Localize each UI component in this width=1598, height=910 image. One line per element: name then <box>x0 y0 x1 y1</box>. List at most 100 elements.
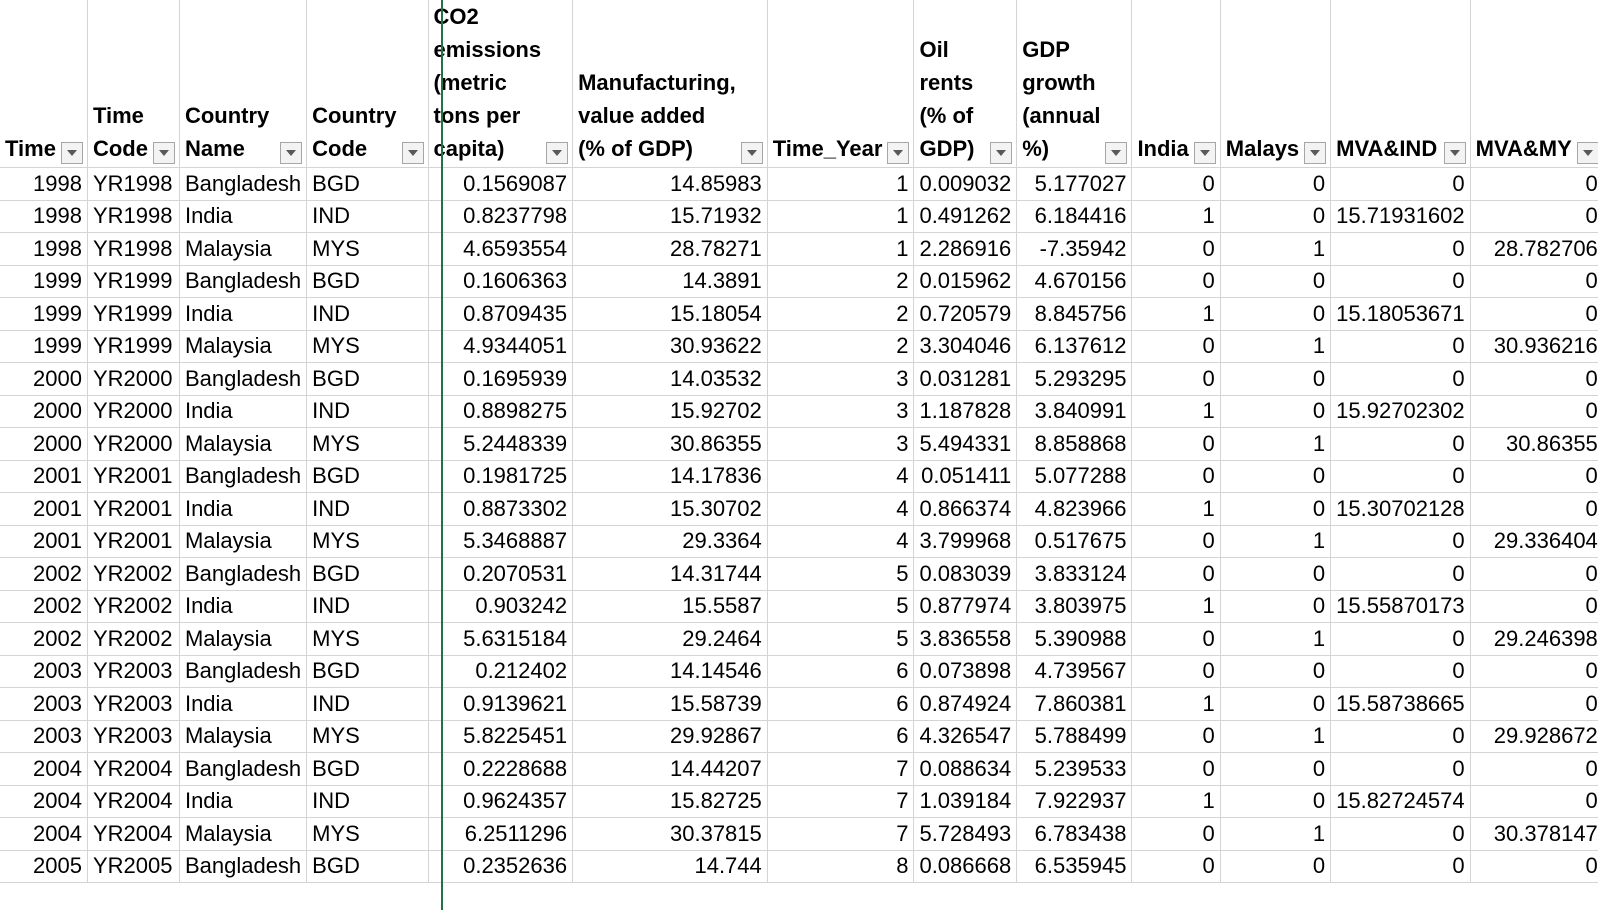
cell-malaysia[interactable]: 0 <box>1220 200 1332 233</box>
cell-co2[interactable]: 5.2448339 <box>428 427 574 461</box>
cell-malaysia[interactable]: 1 <box>1220 622 1332 656</box>
cell-india[interactable]: 0 <box>1131 655 1221 688</box>
cell-country_name[interactable]: Bangladesh <box>179 167 308 201</box>
filter-dropdown-icon[interactable] <box>1576 142 1598 164</box>
cell-mva_my[interactable]: 0 <box>1470 395 1598 428</box>
cell-oil_rents[interactable]: 0.088634 <box>913 752 1018 786</box>
cell-manufacturing[interactable]: 14.31744 <box>572 557 768 591</box>
cell-time[interactable]: 2000 <box>0 395 88 428</box>
cell-country_code[interactable]: BGD <box>306 167 429 201</box>
cell-mva_ind[interactable]: 15.55870173 <box>1330 590 1471 623</box>
cell-time_code[interactable]: YR2005 <box>87 850 180 883</box>
filter-dropdown-icon[interactable] <box>152 142 175 164</box>
cell-time[interactable]: 2002 <box>0 622 88 656</box>
cell-manufacturing[interactable]: 28.78271 <box>572 232 768 266</box>
cell-country_name[interactable]: India <box>179 687 308 721</box>
cell-time_code[interactable]: YR2000 <box>87 427 180 461</box>
cell-co2[interactable]: 0.212402 <box>428 655 574 688</box>
cell-time[interactable]: 1998 <box>0 232 88 266</box>
column-header-gdp_growth[interactable]: GDP growth (annual %) <box>1016 0 1133 168</box>
filter-dropdown-icon[interactable] <box>546 142 569 164</box>
cell-oil_rents[interactable]: 3.836558 <box>913 622 1018 656</box>
cell-manufacturing[interactable]: 15.92702 <box>572 395 768 428</box>
column-header-malaysia[interactable]: Malays <box>1220 0 1332 168</box>
cell-time_code[interactable]: YR2001 <box>87 525 180 558</box>
cell-gdp_growth[interactable]: 8.845756 <box>1016 297 1133 331</box>
cell-gdp_growth[interactable]: 3.833124 <box>1016 557 1133 591</box>
cell-time_code[interactable]: YR2003 <box>87 687 180 721</box>
cell-gdp_growth[interactable]: 6.184416 <box>1016 200 1133 233</box>
column-header-india[interactable]: India <box>1131 0 1221 168</box>
cell-time_code[interactable]: YR2003 <box>87 655 180 688</box>
cell-malaysia[interactable]: 0 <box>1220 590 1332 623</box>
cell-time[interactable]: 1999 <box>0 265 88 298</box>
filter-dropdown-icon[interactable] <box>1105 142 1128 164</box>
cell-mva_my[interactable]: 0 <box>1470 362 1598 396</box>
cell-country_name[interactable]: Malaysia <box>179 817 308 851</box>
cell-oil_rents[interactable]: 0.086668 <box>913 850 1018 883</box>
cell-co2[interactable]: 6.2511296 <box>428 817 574 851</box>
cell-time[interactable]: 2004 <box>0 785 88 818</box>
cell-oil_rents[interactable]: 0.051411 <box>913 460 1018 493</box>
column-header-time_year[interactable]: Time_Year <box>767 0 915 168</box>
cell-mva_my[interactable]: 0 <box>1470 200 1598 233</box>
cell-country_code[interactable]: MYS <box>306 622 429 656</box>
cell-mva_my[interactable]: 30.86355 <box>1470 427 1598 461</box>
cell-india[interactable]: 0 <box>1131 265 1221 298</box>
cell-time_code[interactable]: YR2004 <box>87 785 180 818</box>
cell-india[interactable]: 1 <box>1131 687 1221 721</box>
column-header-mva_ind[interactable]: MVA&IND <box>1330 0 1471 168</box>
cell-india[interactable]: 1 <box>1131 785 1221 818</box>
cell-co2[interactable]: 4.9344051 <box>428 330 574 363</box>
cell-manufacturing[interactable]: 14.03532 <box>572 362 768 396</box>
cell-time_year[interactable]: 4 <box>767 525 915 558</box>
cell-time_code[interactable]: YR1999 <box>87 330 180 363</box>
cell-time_year[interactable]: 4 <box>767 492 915 526</box>
cell-mva_ind[interactable]: 0 <box>1330 817 1471 851</box>
cell-time_year[interactable]: 2 <box>767 265 915 298</box>
cell-oil_rents[interactable]: 5.728493 <box>913 817 1018 851</box>
cell-gdp_growth[interactable]: 3.803975 <box>1016 590 1133 623</box>
cell-oil_rents[interactable]: 0.015962 <box>913 265 1018 298</box>
cell-country_name[interactable]: Bangladesh <box>179 460 308 493</box>
cell-manufacturing[interactable]: 14.3891 <box>572 265 768 298</box>
cell-mva_my[interactable]: 0 <box>1470 655 1598 688</box>
cell-time[interactable]: 2001 <box>0 460 88 493</box>
cell-country_code[interactable]: BGD <box>306 265 429 298</box>
column-header-country_name[interactable]: Country Name <box>179 0 308 168</box>
cell-time_code[interactable]: YR2002 <box>87 590 180 623</box>
cell-manufacturing[interactable]: 15.30702 <box>572 492 768 526</box>
cell-mva_my[interactable]: 28.782706 <box>1470 232 1598 266</box>
cell-manufacturing[interactable]: 15.18054 <box>572 297 768 331</box>
cell-india[interactable]: 0 <box>1131 167 1221 201</box>
cell-manufacturing[interactable]: 15.58739 <box>572 687 768 721</box>
cell-malaysia[interactable]: 1 <box>1220 427 1332 461</box>
cell-country_code[interactable]: MYS <box>306 232 429 266</box>
cell-co2[interactable]: 0.8237798 <box>428 200 574 233</box>
cell-mva_my[interactable]: 0 <box>1470 785 1598 818</box>
cell-mva_my[interactable]: 0 <box>1470 557 1598 591</box>
cell-mva_my[interactable]: 0 <box>1470 590 1598 623</box>
cell-country_name[interactable]: India <box>179 492 308 526</box>
cell-gdp_growth[interactable]: 5.077288 <box>1016 460 1133 493</box>
cell-mva_ind[interactable]: 15.58738665 <box>1330 687 1471 721</box>
cell-manufacturing[interactable]: 30.37815 <box>572 817 768 851</box>
column-header-co2[interactable]: CO2 emissions (metric tons per capita) <box>428 0 574 168</box>
cell-manufacturing[interactable]: 29.92867 <box>572 720 768 753</box>
cell-india[interactable]: 1 <box>1131 395 1221 428</box>
cell-mva_my[interactable]: 29.336404 <box>1470 525 1598 558</box>
cell-manufacturing[interactable]: 14.14546 <box>572 655 768 688</box>
cell-mva_ind[interactable]: 0 <box>1330 232 1471 266</box>
column-header-oil_rents[interactable]: Oil rents (% of GDP) <box>913 0 1018 168</box>
cell-time_code[interactable]: YR2002 <box>87 557 180 591</box>
cell-country_name[interactable]: India <box>179 297 308 331</box>
filter-dropdown-icon[interactable] <box>1443 142 1466 164</box>
cell-time_year[interactable]: 2 <box>767 297 915 331</box>
filter-dropdown-icon[interactable] <box>887 142 910 164</box>
cell-time[interactable]: 2003 <box>0 687 88 721</box>
cell-country_name[interactable]: Malaysia <box>179 622 308 656</box>
cell-manufacturing[interactable]: 14.17836 <box>572 460 768 493</box>
cell-country_code[interactable]: IND <box>306 395 429 428</box>
cell-manufacturing[interactable]: 15.82725 <box>572 785 768 818</box>
cell-india[interactable]: 0 <box>1131 330 1221 363</box>
